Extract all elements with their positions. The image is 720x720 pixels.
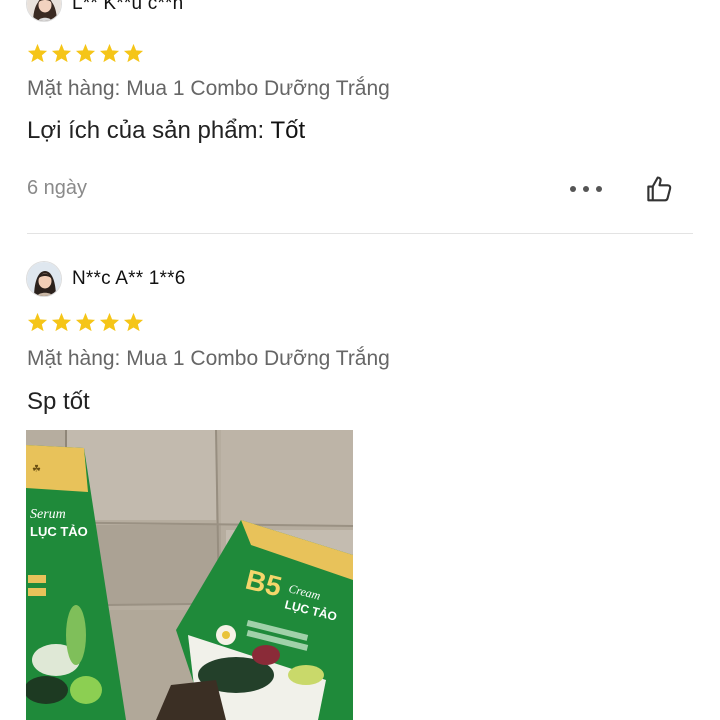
review-user-row: L** K**u c**h	[26, 0, 183, 22]
comment-value: Tốt	[270, 117, 306, 144]
star-icon	[123, 312, 144, 332]
box1-brand-mark: ☘	[32, 464, 41, 475]
star-icon	[99, 312, 120, 332]
comment-label: Lợi ích của sản phẩm:	[27, 117, 271, 144]
star-rating	[27, 43, 144, 63]
star-icon	[99, 43, 120, 63]
more-options-button[interactable]	[570, 179, 602, 199]
product-variation: Mặt hàng: Mua 1 Combo Dưỡng Trắng	[27, 77, 390, 100]
more-horizontal-icon	[570, 186, 576, 192]
reviewer-name: N**c A** 1**6	[72, 268, 186, 289]
product-variation: Mặt hàng: Mua 1 Combo Dưỡng Trắng	[27, 347, 390, 370]
more-dot	[583, 186, 589, 192]
star-icon	[27, 43, 48, 63]
star-icon	[75, 43, 96, 63]
reviewer-name: L** K**u c**h	[72, 0, 184, 14]
star-icon	[51, 312, 72, 332]
star-icon	[123, 43, 144, 63]
review-user-row: N**c A** 1**6	[26, 261, 186, 297]
review-photo[interactable]: ☘ Serum LỤC TẢO B5 Cream LỤC TẢO	[26, 430, 353, 720]
more-dot	[596, 186, 602, 192]
review-divider	[27, 233, 693, 234]
review-comment: Lợi ích của sản phẩm: Tốt	[27, 117, 305, 145]
thumbs-up-icon	[647, 176, 672, 202]
avatar[interactable]	[26, 261, 62, 297]
like-button[interactable]	[644, 174, 674, 204]
box1-subtitle: LỤC TẢO	[30, 524, 88, 539]
review-time: 6 ngày	[27, 177, 88, 199]
box1-title: Serum	[30, 507, 66, 522]
star-icon	[27, 312, 48, 332]
star-rating	[27, 312, 144, 332]
star-icon	[51, 43, 72, 63]
avatar[interactable]	[26, 0, 62, 22]
star-icon	[75, 312, 96, 332]
review-comment: Sp tốt	[27, 388, 90, 415]
